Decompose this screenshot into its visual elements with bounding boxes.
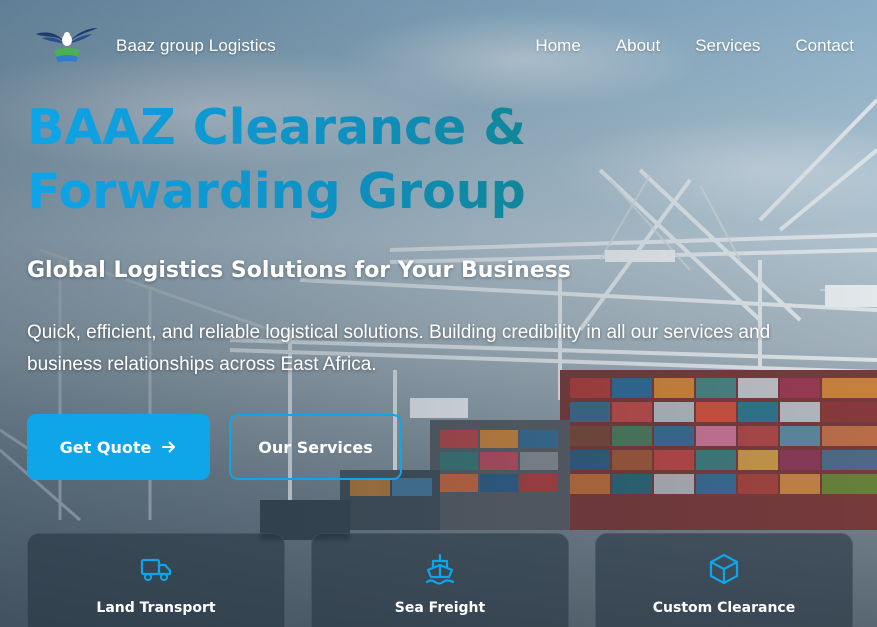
hero-title: BAAZ Clearance & Forwarding Group [27, 96, 847, 224]
ship-icon [425, 553, 455, 585]
our-services-button[interactable]: Our Services [229, 414, 402, 480]
get-quote-label: Get Quote [59, 437, 152, 457]
brand-name[interactable]: Baaz group Logistics [116, 36, 276, 56]
nav-links: Home About Services Contact [535, 36, 854, 56]
our-services-label: Our Services [258, 437, 373, 457]
get-quote-button[interactable]: Get Quote [27, 414, 210, 480]
nav-link-about[interactable]: About [616, 36, 660, 56]
service-card-sea-freight[interactable]: Sea Freight [311, 533, 569, 627]
hero-description: Quick, efficient, and reliable logistica… [27, 322, 771, 375]
hero-subtitle: Global Logistics Solutions for Your Busi… [27, 258, 571, 283]
arrow-right-icon [162, 441, 176, 453]
card-label-sea-freight: Sea Freight [394, 600, 486, 616]
nav-link-contact[interactable]: Contact [795, 36, 854, 56]
nav-link-services[interactable]: Services [695, 36, 760, 56]
eagle-logo-icon[interactable] [34, 24, 100, 64]
card-label-land-transport: Land Transport [96, 600, 216, 616]
nav-link-home[interactable]: Home [535, 36, 580, 56]
top-navbar: Baaz group Logistics Home About Services… [0, 0, 877, 92]
box-icon [709, 553, 739, 585]
truck-icon [140, 558, 172, 582]
card-label-custom-clearance: Custom Clearance [652, 600, 796, 616]
service-card-custom-clearance[interactable]: Custom Clearance [595, 533, 853, 627]
service-card-land-transport[interactable]: Land Transport [27, 533, 285, 627]
